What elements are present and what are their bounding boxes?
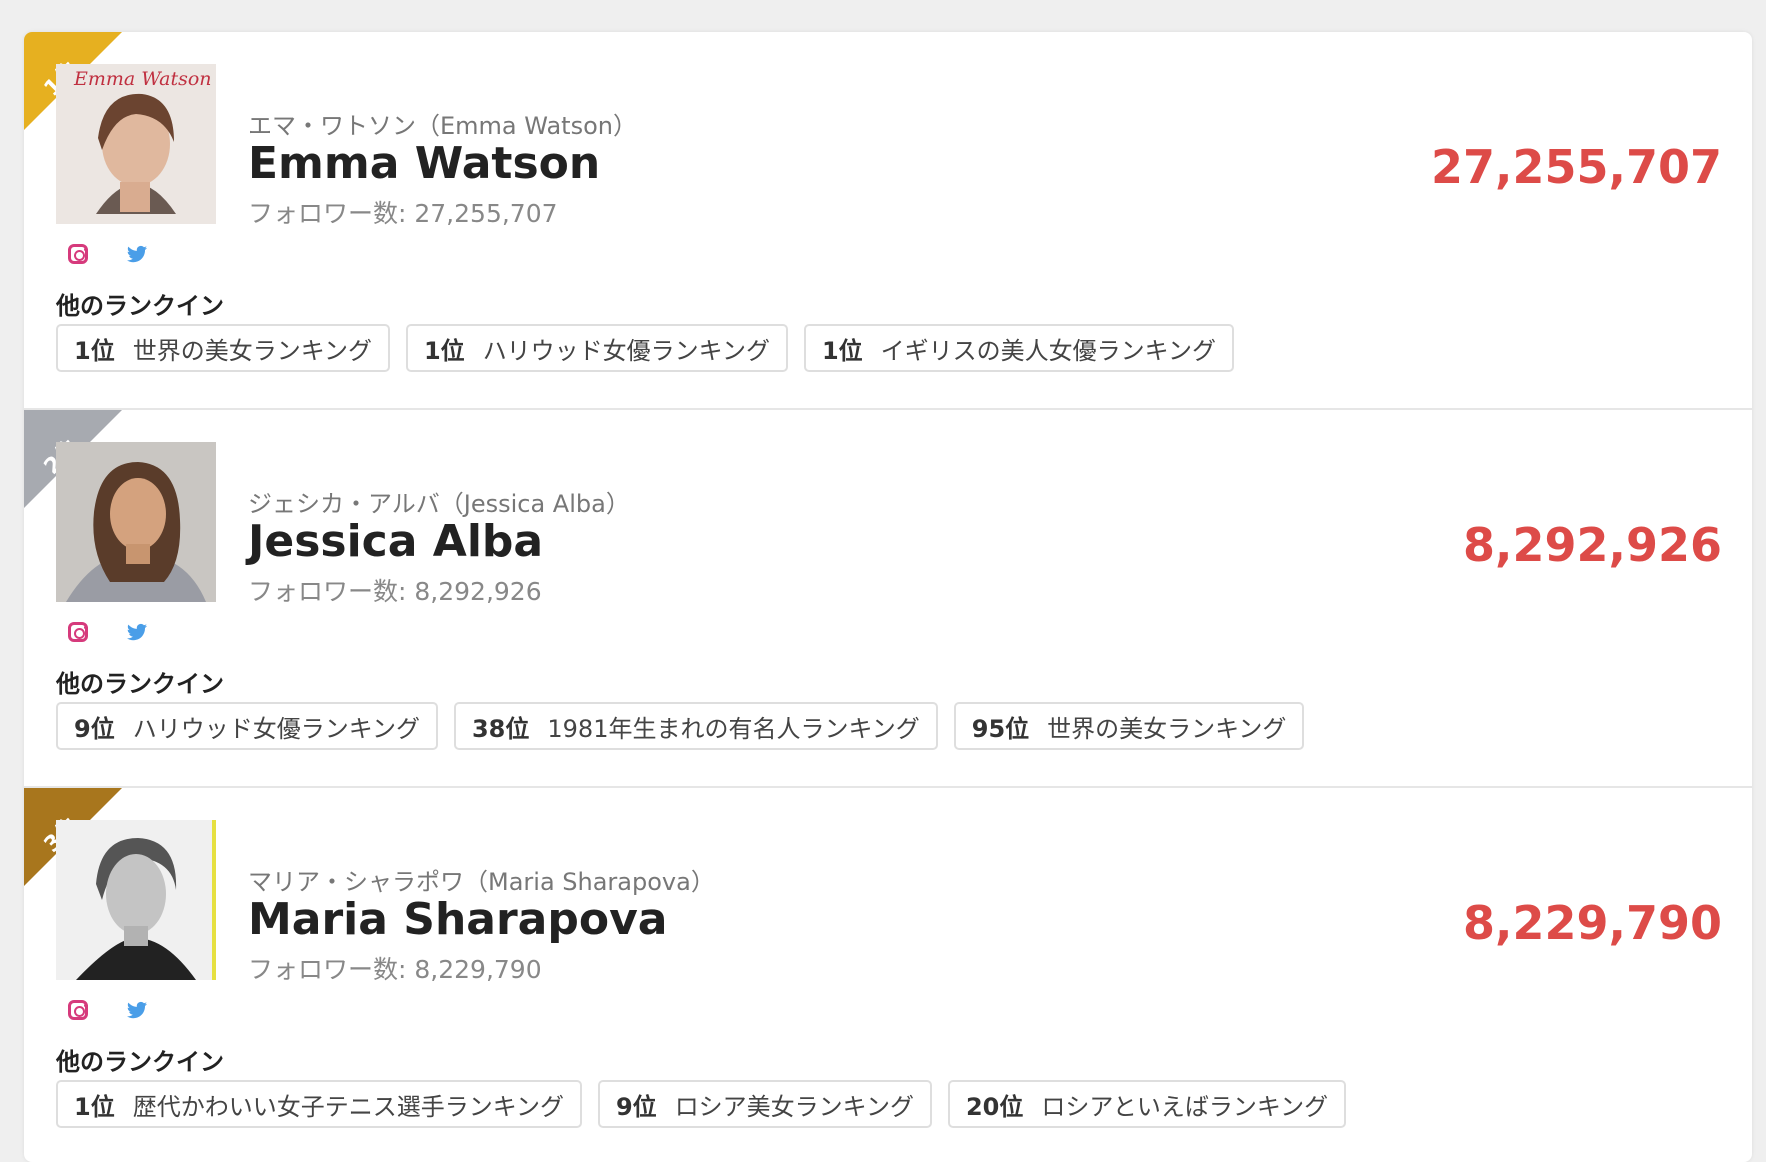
other-rankings: 1位 世界の美女ランキング 1位 ハリウッド女優ランキング 1位 イギリスの美人女優ラ… [56,324,1234,372]
follower-count: 8,292,926 [1463,518,1722,572]
tag-rank: 1位 [821,336,863,365]
other-rankings: 1位 歴代かわいい女子テニス選手ランキング 9位 ロシア美女ランキング 20位 ロシア… [56,1080,1347,1128]
ranking-tag[interactable]: 1位 歴代かわいい女子テニス選手ランキング [56,1080,582,1128]
celebrity-name[interactable]: Maria Sharapova [248,894,667,945]
ranking-tag[interactable]: 1位 イギリスの美人女優ランキング [803,324,1234,372]
follower-count-text: フォロワー数: 8,292,926 [248,577,542,606]
tag-rank: 1位 [74,1092,115,1121]
celebrity-name[interactable]: Jessica Alba [248,516,543,567]
kana-name: ジェシカ・アルバ（Jessica Alba） [248,490,630,518]
ranking-tag[interactable]: 20位 ロシアといえばランキング [947,1080,1347,1128]
follower-count-text: フォロワー数: 8,229,790 [248,955,542,984]
tag-rank: 95位 [971,714,1030,743]
tag-label: 世界の美女ランキング [1047,714,1287,743]
profile-photo[interactable] [56,442,216,602]
follower-count: 8,229,790 [1463,896,1722,950]
twitter-icon[interactable] [124,998,150,1022]
ranking-tag[interactable]: 9位 ロシア美女ランキング [597,1080,932,1128]
instagram-icon[interactable] [68,622,88,642]
instagram-icon[interactable] [68,244,88,264]
tag-label: ハリウッド女優ランキング [482,336,770,365]
tag-label: ロシア美女ランキング [674,1092,914,1121]
tag-rank: 9位 [615,1092,657,1121]
tag-rank: 1位 [74,336,115,365]
ranking-tag[interactable]: 38位 1981年生まれの有名人ランキング [453,702,938,750]
ranking-tag[interactable]: 9位 ハリウッド女優ランキング [56,702,438,750]
ranking-tag[interactable]: 95位 世界の美女ランキング [953,702,1305,750]
profile-photo[interactable] [56,820,216,980]
other-rankings: 9位 ハリウッド女優ランキング 38位 1981年生まれの有名人ランキング 95位世… [56,702,1305,750]
other-rankings-label: 他のランクイン [56,1048,224,1076]
tag-label: 歴代かわいい女子テニス選手ランキング [132,1092,564,1121]
kana-name: マリア・シャラポワ（Maria Sharapova） [248,868,715,896]
instagram-icon[interactable] [68,1000,88,1020]
tag-label: 世界の美女ランキング [132,336,372,365]
tag-label: ロシアといえばランキング [1041,1092,1329,1121]
ranking-tag[interactable]: 1位 ハリウッド女優ランキング [405,324,788,372]
celebrity-name[interactable]: Emma Watson [248,138,600,189]
profile-photo[interactable]: Emma Watson [56,64,216,224]
tag-rank: 9位 [74,714,115,743]
ranking-entry[interactable]: 1位 Emma Watson エマ・ワトソン（Emma Watson） Emma… [24,32,1752,410]
twitter-icon[interactable] [124,620,150,644]
tag-label: 1981年生まれの有名人ランキング [547,714,920,743]
tag-rank: 20位 [965,1092,1024,1121]
ranking-entry[interactable]: 2位 ジェシカ・アルバ（Jessica Alba） Jessica Alba フ… [24,410,1752,788]
other-rankings-label: 他のランクイン [56,292,224,320]
photo-accent-bar [212,820,216,980]
tag-label: ハリウッド女優ランキング [132,714,420,743]
twitter-icon[interactable] [124,242,150,266]
tag-rank: 1位 [423,336,465,365]
other-rankings-label: 他のランクイン [56,670,224,698]
tag-rank: 38位 [471,714,530,743]
follower-count-text: フォロワー数: 27,255,707 [248,199,558,228]
kana-name: エマ・ワトソン（Emma Watson） [248,112,637,140]
tag-label: イギリスの美人女優ランキング [880,336,1216,365]
ranking-entry[interactable]: 3位 マリア・シャラポワ（Maria Sharapova） Maria Shar… [24,788,1752,1162]
ranking-tag[interactable]: 1位 世界の美女ランキング [56,324,390,372]
photo-caption: Emma Watson [74,68,212,90]
follower-count: 27,255,707 [1430,140,1722,194]
ranking-list: 1位 Emma Watson エマ・ワトソン（Emma Watson） Emma… [24,32,1752,1162]
